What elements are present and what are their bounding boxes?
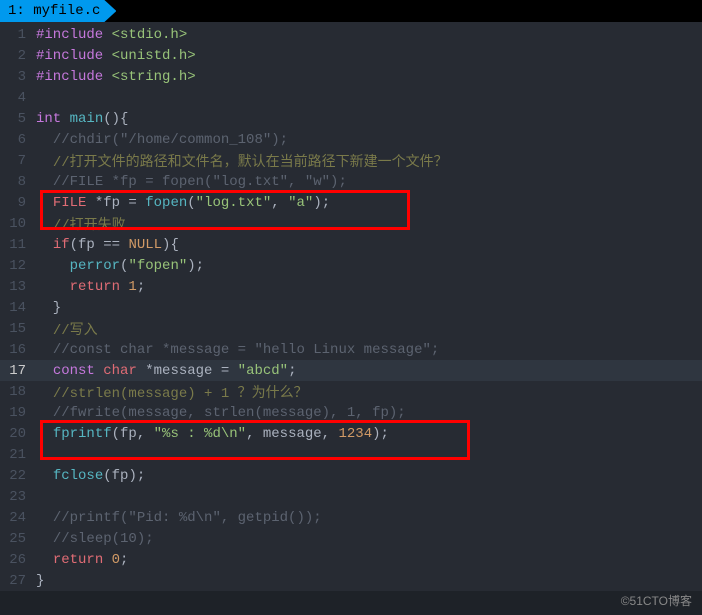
code-line[interactable]: 7 //打开文件的路径和文件名，默认在当前路径下新建一个文件？ [0, 150, 702, 171]
code-content: perror("fopen"); [36, 258, 204, 274]
code-line[interactable]: 18 //strlen(message) + 1 ？为什么？ [0, 381, 702, 402]
line-number: 3 [0, 69, 36, 85]
code-content: #include <unistd.h> [36, 48, 196, 64]
code-line[interactable]: 5int main(){ [0, 108, 702, 129]
code-line[interactable]: 26 return 0; [0, 549, 702, 570]
code-content: #include <string.h> [36, 69, 196, 85]
line-number: 1 [0, 27, 36, 43]
code-content: FILE *fp = fopen("log.txt", "a"); [36, 195, 330, 211]
code-line[interactable]: 25 //sleep(10); [0, 528, 702, 549]
code-line[interactable]: 15 //写入 [0, 318, 702, 339]
line-number: 18 [0, 384, 36, 400]
code-content: //sleep(10); [36, 531, 154, 547]
line-number: 12 [0, 258, 36, 274]
code-content: return 0; [36, 552, 128, 568]
code-content: } [36, 300, 61, 316]
code-line[interactable]: 11 if(fp == NULL){ [0, 234, 702, 255]
code-content: int main(){ [36, 111, 128, 127]
code-line[interactable]: 23 [0, 486, 702, 507]
code-content: } [36, 573, 44, 589]
line-number: 7 [0, 153, 36, 169]
line-number: 13 [0, 279, 36, 295]
file-tab[interactable]: 1: myfile.c [0, 0, 116, 22]
code-content: return 1; [36, 279, 145, 295]
line-number: 20 [0, 426, 36, 442]
code-content: fclose(fp); [36, 468, 145, 484]
code-line[interactable]: 19 //fwrite(message, strlen(message), 1,… [0, 402, 702, 423]
line-number: 9 [0, 195, 36, 211]
line-number: 2 [0, 48, 36, 64]
line-number: 10 [0, 216, 36, 232]
code-line[interactable]: 2#include <unistd.h> [0, 45, 702, 66]
line-number: 19 [0, 405, 36, 421]
code-line[interactable]: 4 [0, 87, 702, 108]
code-content: //chdir("/home/common_108"); [36, 132, 288, 148]
code-content: //fwrite(message, strlen(message), 1, fp… [36, 405, 406, 421]
code-content: fprintf(fp, "%s : %d\n", message, 1234); [36, 426, 389, 442]
line-number: 24 [0, 510, 36, 526]
line-number: 21 [0, 447, 36, 463]
code-content: //strlen(message) + 1 ？为什么？ [36, 382, 308, 402]
code-line[interactable]: 22 fclose(fp); [0, 465, 702, 486]
line-number: 22 [0, 468, 36, 484]
tab-bar: 1: myfile.c [0, 0, 702, 22]
line-number: 25 [0, 531, 36, 547]
tab-label: 1: myfile.c [8, 3, 100, 19]
code-line[interactable]: 13 return 1; [0, 276, 702, 297]
code-line[interactable]: 9 FILE *fp = fopen("log.txt", "a"); [0, 192, 702, 213]
line-number: 27 [0, 573, 36, 589]
line-number: 16 [0, 342, 36, 358]
code-content: //写入 [36, 319, 98, 339]
code-content: //打开失败 [36, 214, 126, 234]
code-line[interactable]: 16 //const char *message = "hello Linux … [0, 339, 702, 360]
code-line[interactable]: 20 fprintf(fp, "%s : %d\n", message, 123… [0, 423, 702, 444]
line-number: 6 [0, 132, 36, 148]
code-content: #include <stdio.h> [36, 27, 187, 43]
line-number: 17 [0, 363, 36, 379]
line-number: 14 [0, 300, 36, 316]
line-number: 15 [0, 321, 36, 337]
code-content: if(fp == NULL){ [36, 237, 179, 253]
code-content: //FILE *fp = fopen("log.txt", "w"); [36, 174, 347, 190]
code-line[interactable]: 1#include <stdio.h> [0, 24, 702, 45]
watermark: ©51CTO博客 [621, 592, 692, 609]
line-number: 5 [0, 111, 36, 127]
line-number: 11 [0, 237, 36, 253]
code-line[interactable]: 17 const char *message = "abcd"; [0, 360, 702, 381]
line-number: 8 [0, 174, 36, 190]
code-line[interactable]: 6 //chdir("/home/common_108"); [0, 129, 702, 150]
code-line[interactable]: 3#include <string.h> [0, 66, 702, 87]
code-line[interactable]: 8 //FILE *fp = fopen("log.txt", "w"); [0, 171, 702, 192]
code-content: //打开文件的路径和文件名，默认在当前路径下新建一个文件？ [36, 151, 448, 171]
code-line[interactable]: 21 [0, 444, 702, 465]
code-line[interactable]: 24 //printf("Pid: %d\n", getpid()); [0, 507, 702, 528]
line-number: 4 [0, 90, 36, 106]
code-editor[interactable]: 1#include <stdio.h>2#include <unistd.h>3… [0, 22, 702, 591]
code-line[interactable]: 12 perror("fopen"); [0, 255, 702, 276]
code-content: //const char *message = "hello Linux mes… [36, 342, 439, 358]
code-line[interactable]: 14 } [0, 297, 702, 318]
code-line[interactable]: 10 //打开失败 [0, 213, 702, 234]
code-content: const char *message = "abcd"; [36, 363, 297, 379]
line-number: 23 [0, 489, 36, 505]
code-content: //printf("Pid: %d\n", getpid()); [36, 510, 322, 526]
code-line[interactable]: 27} [0, 570, 702, 591]
line-number: 26 [0, 552, 36, 568]
